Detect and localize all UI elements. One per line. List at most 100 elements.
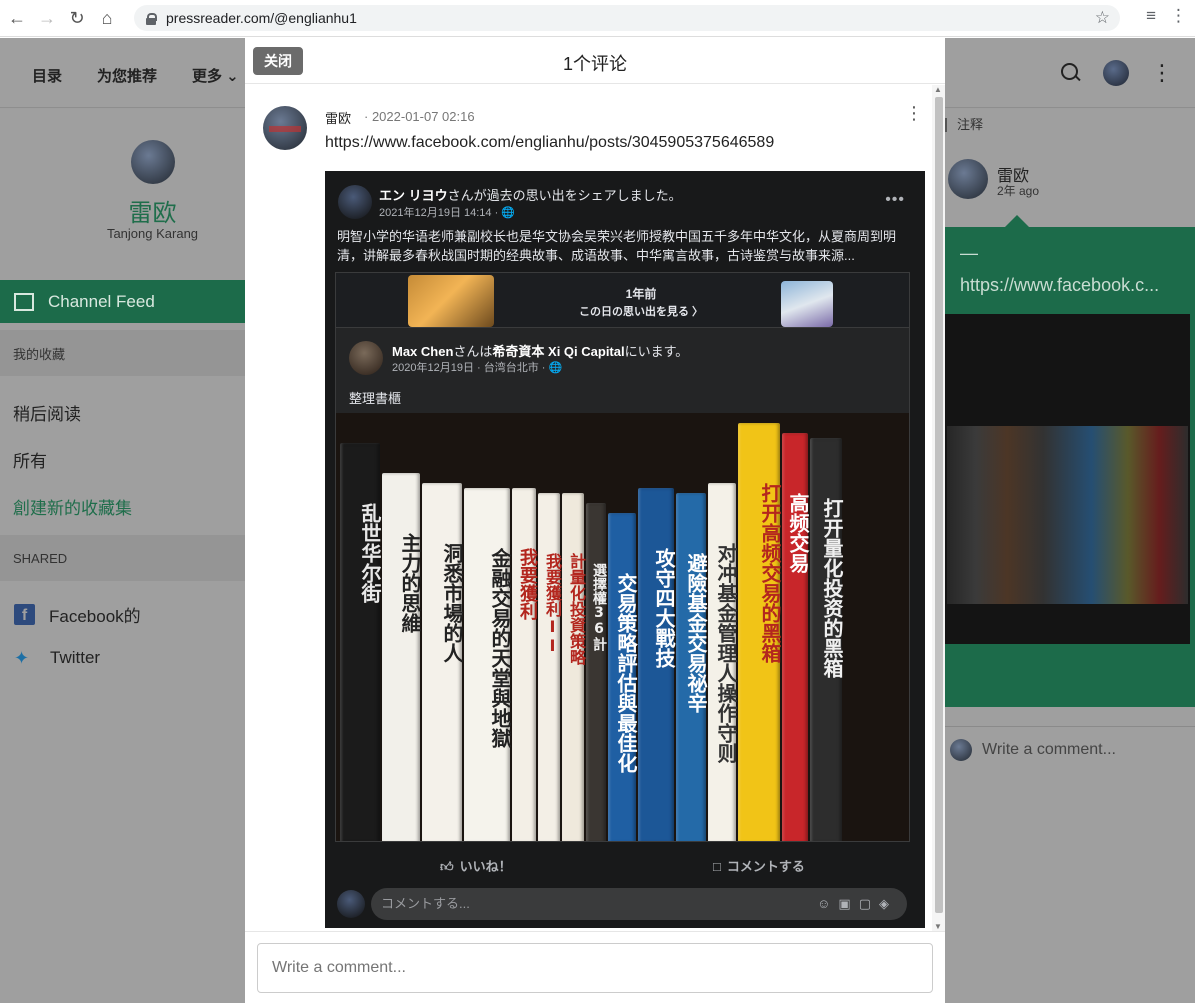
inner-post-text: 整理書櫃 [349,391,402,406]
fb-commenter-avatar [337,890,365,918]
modal-footer [245,931,945,1003]
book-title: 交易策略評估與最佳化 [614,573,638,773]
modal-scrollbar[interactable]: ▲ ▼ [932,85,945,931]
search-icon[interactable] [1061,63,1081,83]
close-button[interactable]: 关闭 [253,47,303,75]
all-link[interactable]: 所有 [13,447,47,472]
address-bar[interactable]: pressreader.com/@englianhu1 ☆ [134,5,1120,31]
book-title: 我要獲利 [517,548,538,620]
fb-comment-tools-icons: ☺▣▢◈ [817,896,897,911]
modal-header: 1个评论 关闭 [245,38,945,84]
comment-more-icon[interactable]: ⋮ [905,104,923,122]
fb-post-text: 明智小学的华语老师兼副校长也是华文协会吴荣兴老师授教中国五千多年中华文化，从夏商… [337,229,897,263]
browser-menu-icon[interactable]: ⋮ [1170,6,1187,26]
book-spine: 計量化投資策略 [562,493,586,841]
write-comment-input[interactable] [257,943,933,993]
nav-catalog[interactable]: 目录 [32,65,62,86]
book-title: 避險基金交易祕辛 [684,553,708,713]
post-link[interactable]: https://www.facebook.c... [960,275,1190,296]
bookshelf-photo: 乱世华尔街 主力的思維 洞悉市場的人 金融交易的天堂與地獄 我要獲利 我要獲利II 計量化投… [336,413,909,841]
lock-icon [146,12,157,25]
scroll-down-icon[interactable]: ▼ [934,922,942,931]
fb-more-icon: ••• [885,191,905,208]
facebook-icon: f [14,604,35,625]
fb-comment-box: コメントする... ☺▣▢◈ [337,887,913,921]
book-spine: 攻守四大戰技 [638,488,676,841]
facebook-screenshot[interactable]: エン リヨウさんが過去の思い出をシェアしました。 2021年12月19日 14:… [325,171,925,928]
comment-date: · 2022-01-07 02:16 [364,109,475,124]
book-spine: 選擇權36計 [586,503,607,841]
twitter-share[interactable]: ✦ Twitter [14,648,100,668]
more-menu-icon[interactable]: ⋮ [1151,62,1173,84]
book-spine: 高频交易 [782,433,810,841]
scroll-up-icon[interactable]: ▲ [934,85,942,94]
post-avatar[interactable] [948,159,988,199]
scrollbar-thumb[interactable] [935,97,943,913]
memory-see-link: この日の思い出を見る 〉 [578,306,704,318]
book-spine: 洞悉市場的人 [422,483,464,841]
reload-icon[interactable]: ↻ [62,3,92,33]
book-title: 我要獲利II [543,553,562,655]
url-text: pressreader.com/@englianhu1 [166,10,357,26]
thumbs-up-icon: 👍︎ [440,859,454,874]
book-spine: 打开高频交易的黑箱 [738,423,782,841]
post-bubble[interactable]: — https://www.facebook.c... [945,215,1195,707]
fb-timestamp: 2021年12月19日 14:14 · 🌐 [379,207,515,219]
nav-more[interactable]: 更多 ⌄ [192,65,239,86]
fb-memory-card: 1年前 この日の思い出を見る 〉 Max Chenさんは希奇資本 Xi Qi C… [335,272,910,842]
comment-avatar[interactable] [263,106,307,150]
shared-header: SHARED [0,535,245,581]
star-icon[interactable]: ☆ [1095,8,1110,28]
book-spine: 打开量化投资的黑箱 [810,438,844,841]
post-dash: — [960,243,978,263]
create-collection-link[interactable]: 創建新的收藏集 [13,494,132,519]
fb-comment-input: コメントする... ☺▣▢◈ [371,888,907,920]
sidebar: 雷欧 Tanjong Karang Channel Feed 我的收藏 稍后阅读… [0,109,245,1003]
right-column: 注释 雷欧 2年 ago — https://www.facebook.c...… [945,109,1195,1003]
memory-banner: 1年前 この日の思い出を見る 〉 [336,273,909,328]
book-title: 選擇權36計 [591,563,607,651]
feed-icon [14,292,34,311]
facebook-share[interactable]: f Facebook的 [14,602,141,627]
inner-avatar [349,341,383,375]
forward-arrow-icon[interactable]: → [32,3,62,33]
comment-author[interactable]: 雷欧 [325,108,351,127]
media-queue-icon[interactable]: ≡ [1146,6,1156,26]
browser-toolbar: ← → ↻ ⌂ pressreader.com/@englianhu1 ☆ ≡ … [0,0,1195,37]
back-arrow-icon[interactable]: ← [2,3,32,33]
twitter-label: Twitter [50,648,101,667]
note-label: 注释 [945,118,983,132]
thumbnail-bookshelf [947,426,1188,604]
book-title: 打开高频交易的黑箱 [758,483,782,663]
channel-feed-button[interactable]: Channel Feed [0,280,245,323]
book-spine: 避險基金交易祕辛 [676,493,708,841]
book-title: 乱世华尔街 [358,503,382,603]
browser-actions: ≡ ⋮ [1146,6,1187,26]
home-icon[interactable]: ⌂ [92,3,122,33]
book-title: 金融交易的天堂與地獄 [488,548,512,748]
channel-feed-label: Channel Feed [48,291,155,311]
post-thumbnail[interactable] [945,314,1190,644]
book-spine: 金融交易的天堂與地獄 [464,488,512,841]
book-spine: 交易策略評估與最佳化 [608,513,638,841]
inner-timestamp: 2020年12月19日 · 台湾台北市 · 🌐 [392,362,563,374]
twitter-icon: ✦ [14,648,30,668]
book-title: 計量化投資策略 [567,553,586,665]
book-spine: 我要獲利II [538,493,562,841]
post-time: 2年 ago [997,184,1040,198]
fb-action-bar: 👍︎ いいね！ □ コメントする [325,848,925,882]
read-later-link[interactable]: 稍后阅读 [13,400,81,425]
memory-years-ago: 1年前 [625,287,657,301]
profile-card: 雷欧 Tanjong Karang [0,109,245,279]
book-spine: 乱世华尔街 [340,443,382,841]
comment-link[interactable]: https://www.facebook.com/englianhu/posts… [325,134,774,152]
inner-poster: Max Chenさんは希奇資本 Xi Qi Capitalにいます。 [392,344,689,359]
fb-poster: エン リヨウさんが過去の思い出をシェアしました。 [379,188,682,203]
user-avatar[interactable] [1103,60,1129,86]
book-title: 高频交易 [786,493,810,573]
profile-avatar[interactable] [131,140,175,184]
nav-recommended[interactable]: 为您推荐 [97,65,157,86]
modal-title: 1个评论 [562,54,627,74]
fb-like: 👍︎ いいね！ [440,859,512,874]
write-comment-row[interactable]: Write a comment... [950,739,1116,761]
